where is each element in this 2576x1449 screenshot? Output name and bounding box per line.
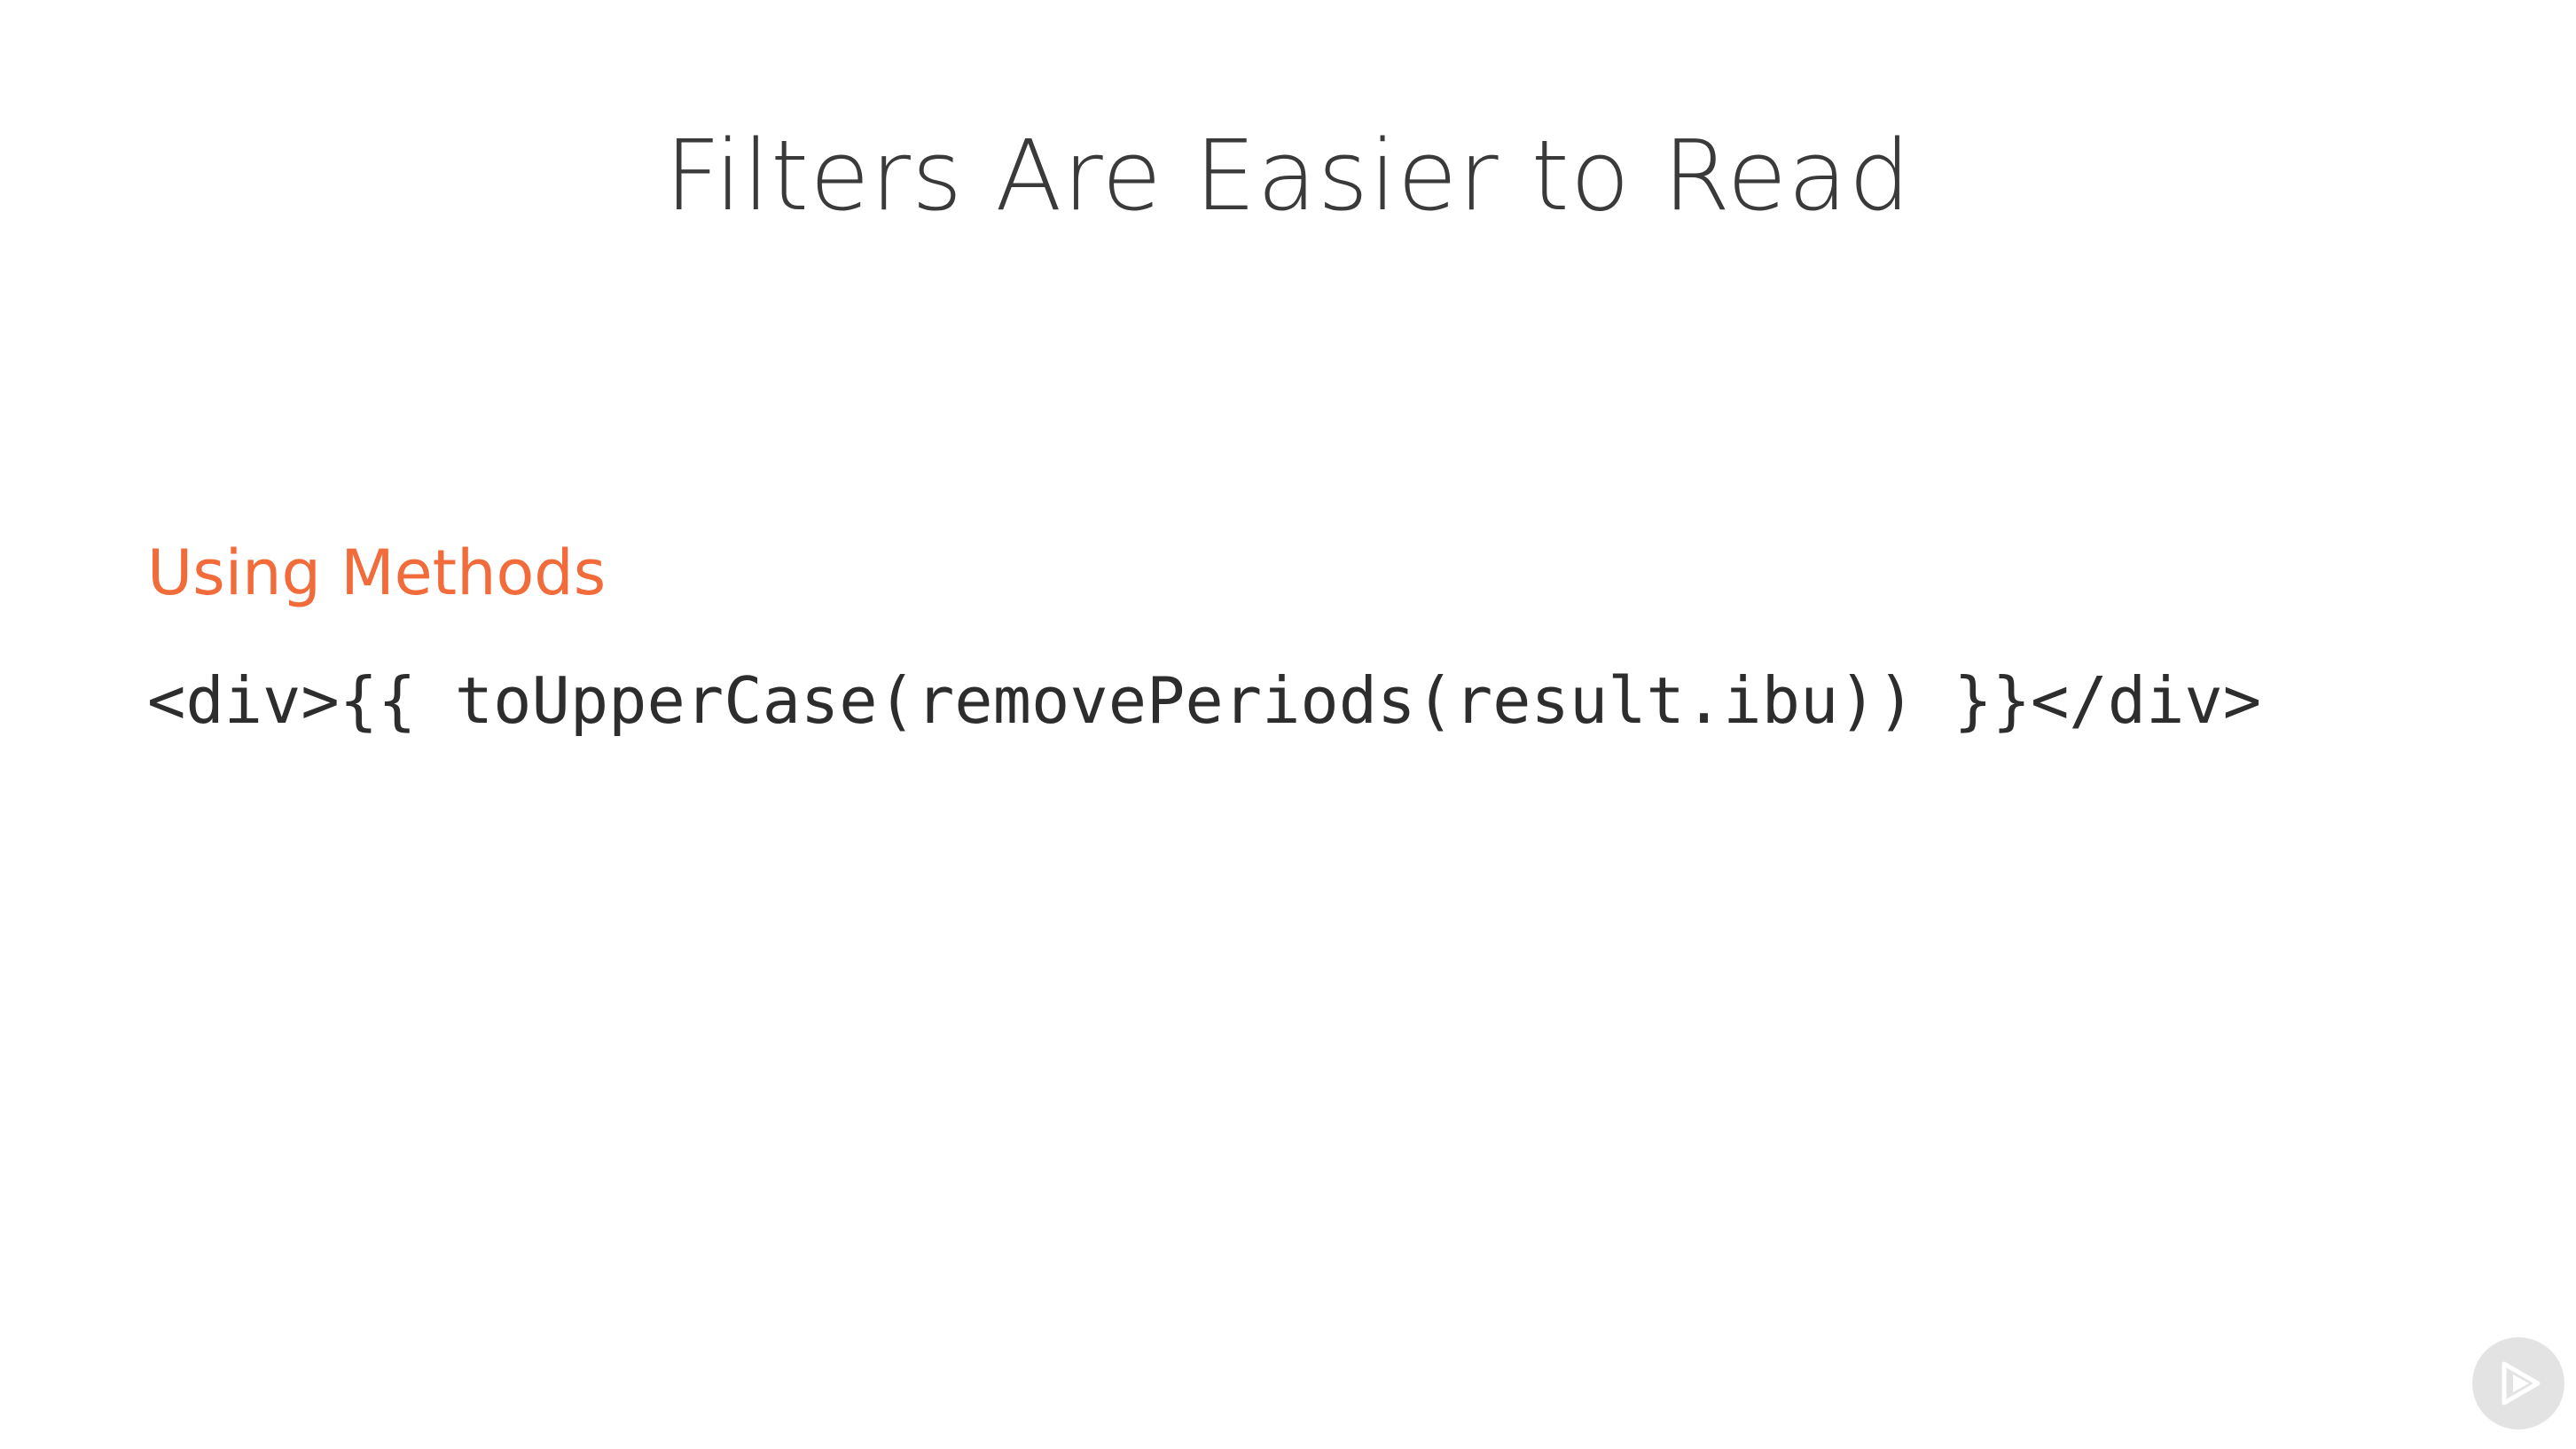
play-logo-badge[interactable] (2472, 1337, 2564, 1429)
section-heading: Using Methods (147, 537, 607, 609)
code-snippet: <div>{{ toUpperCase(removePeriods(result… (147, 663, 2262, 738)
play-logo-icon (2502, 1361, 2541, 1406)
slide-title: Filters Are Easier to Read (664, 119, 1912, 232)
